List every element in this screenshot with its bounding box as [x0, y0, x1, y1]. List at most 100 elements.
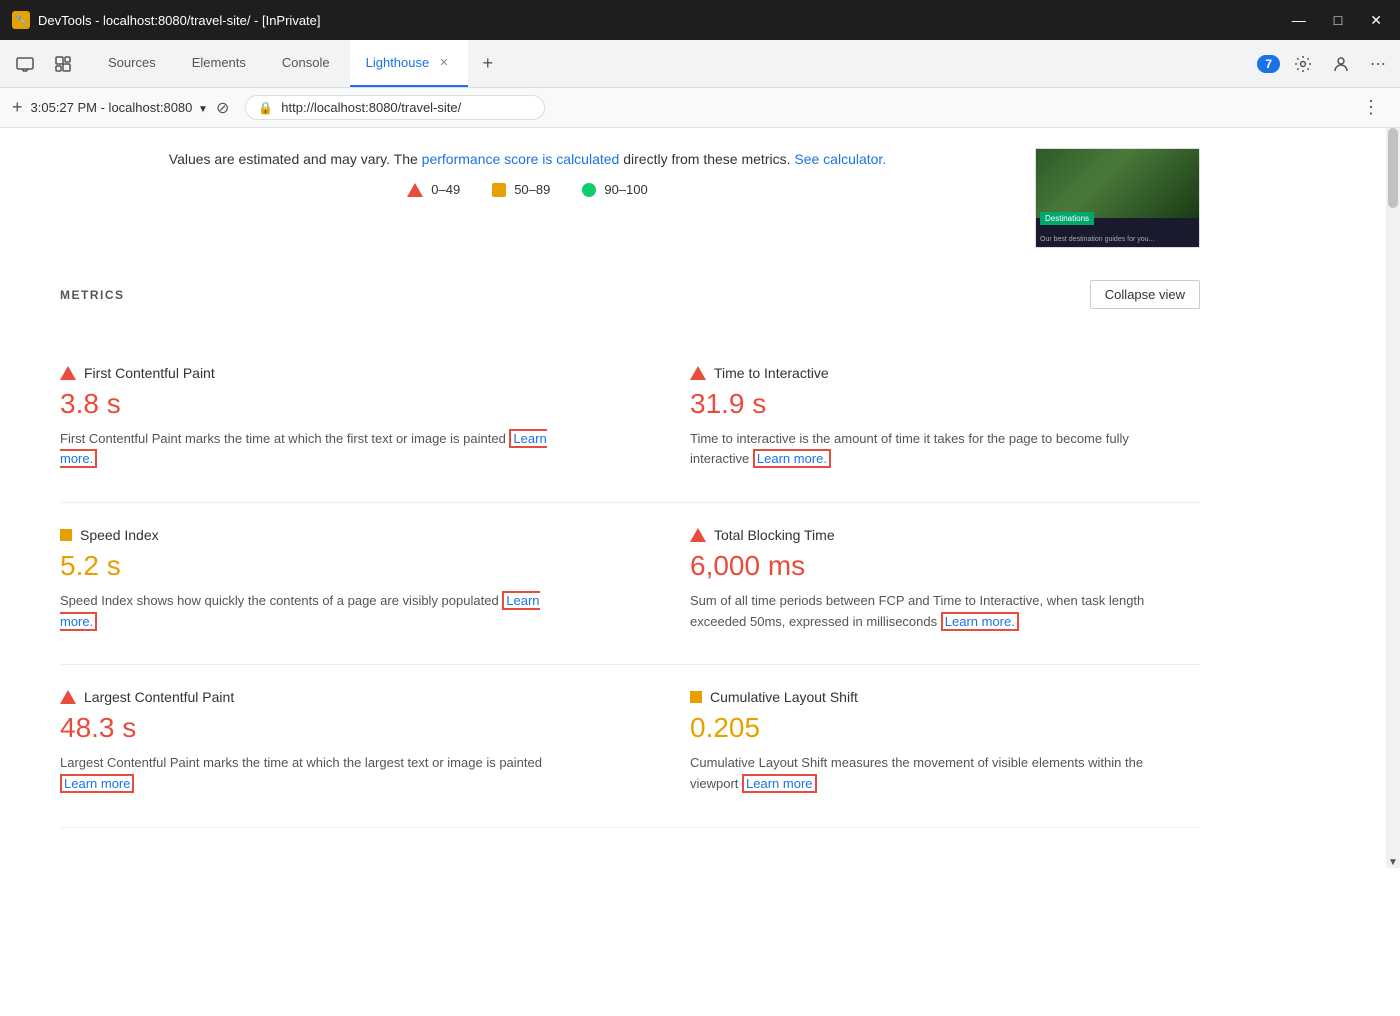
lcp-learn-more-link[interactable]: Learn more — [60, 774, 134, 793]
collapse-view-button[interactable]: Collapse view — [1090, 280, 1200, 309]
tbt-value: 6,000 ms — [690, 549, 1168, 583]
fcp-learn-more-link[interactable]: Learn more. — [60, 429, 547, 469]
cls-header: Cumulative Layout Shift — [690, 689, 1168, 705]
address-bar: + 3:05:27 PM - localhost:8080 ▼ ⊘ 🔒 http… — [0, 88, 1400, 128]
tab-sources[interactable]: Sources — [92, 40, 172, 87]
more-options-menu[interactable]: ⋮ — [1354, 93, 1388, 122]
tab-bar-right: 7 ⋯ — [1257, 40, 1392, 87]
fail-range: 0–49 — [431, 182, 460, 197]
legend-fail: 0–49 — [407, 182, 460, 197]
content-inner: Values are estimated and may vary. The p… — [0, 128, 1260, 868]
window-title: DevTools - localhost:8080/travel-site/ -… — [38, 13, 1278, 28]
metric-lcp: Largest Contentful Paint 48.3 s Largest … — [60, 665, 630, 827]
tab-close-icon[interactable]: ✕ — [435, 54, 452, 71]
metrics-title: METRICS — [60, 288, 125, 302]
timestamp: 3:05:27 PM - localhost:8080 ▼ — [31, 100, 208, 115]
url-bar[interactable]: 🔒 http://localhost:8080/travel-site/ — [245, 95, 545, 120]
tbt-status-icon — [690, 528, 706, 542]
lcp-name: Largest Contentful Paint — [84, 689, 234, 705]
cls-status-icon — [690, 691, 702, 703]
metric-si: Speed Index 5.2 s Speed Index shows how … — [60, 503, 630, 665]
si-header: Speed Index — [60, 527, 570, 543]
notification-badge: 7 — [1257, 55, 1280, 73]
tti-learn-more-link[interactable]: Learn more. — [753, 449, 831, 468]
values-section: Values are estimated and may vary. The p… — [60, 128, 1200, 264]
add-tab-button[interactable]: + — [472, 49, 503, 78]
tab-elements[interactable]: Elements — [176, 40, 262, 87]
performance-score-link[interactable]: performance score is calculated — [422, 151, 620, 167]
metrics-grid: First Contentful Paint 3.8 s First Conte… — [60, 341, 1200, 828]
lcp-header: Largest Contentful Paint — [60, 689, 570, 705]
score-legend: 0–49 50–89 90–100 — [60, 182, 995, 197]
pass-circle-icon — [582, 183, 596, 197]
fcp-description: First Contentful Paint marks the time at… — [60, 429, 570, 471]
fcp-header: First Contentful Paint — [60, 365, 570, 381]
minimize-button[interactable]: — — [1286, 10, 1312, 31]
profile-button[interactable] — [1326, 49, 1356, 79]
tab-bar: Sources Elements Console Lighthouse ✕ + … — [0, 40, 1400, 88]
tti-description: Time to interactive is the amount of tim… — [690, 429, 1168, 471]
values-note: Values are estimated and may vary. The p… — [60, 148, 995, 170]
fcp-status-icon — [60, 366, 76, 380]
tbt-learn-more-link[interactable]: Learn more. — [941, 612, 1019, 631]
close-button[interactable]: ✕ — [1364, 10, 1388, 31]
title-bar: 🔧 DevTools - localhost:8080/travel-site/… — [0, 0, 1400, 40]
tab-bar-left — [8, 40, 80, 87]
maximize-button[interactable]: □ — [1328, 10, 1348, 31]
thumbnail-subtext: Our best destination guides for you... — [1040, 236, 1154, 243]
pass-range: 90–100 — [604, 182, 647, 197]
window-controls: — □ ✕ — [1286, 10, 1388, 31]
dropdown-arrow[interactable]: ▼ — [198, 104, 208, 115]
scroll-down-arrow[interactable]: ▼ — [1386, 857, 1400, 868]
tbt-name: Total Blocking Time — [714, 527, 835, 543]
average-square-icon — [492, 183, 506, 197]
tti-status-icon — [690, 366, 706, 380]
lcp-description: Largest Contentful Paint marks the time … — [60, 753, 570, 795]
tbt-header: Total Blocking Time — [690, 527, 1168, 543]
cls-value: 0.205 — [690, 711, 1168, 745]
si-status-icon — [60, 529, 72, 541]
metric-tbt: Total Blocking Time 6,000 ms Sum of all … — [630, 503, 1200, 665]
legend-pass: 90–100 — [582, 182, 647, 197]
more-options-button[interactable]: ⋯ — [1364, 48, 1392, 80]
lock-icon: 🔒 — [258, 101, 273, 115]
screen-cast-button[interactable] — [8, 51, 42, 77]
fcp-value: 3.8 s — [60, 387, 570, 421]
si-description: Speed Index shows how quickly the conten… — [60, 591, 570, 633]
lcp-status-icon — [60, 690, 76, 704]
cls-description: Cumulative Layout Shift measures the mov… — [690, 753, 1168, 795]
metric-fcp: First Contentful Paint 3.8 s First Conte… — [60, 341, 630, 503]
main-content: ▲ ▼ Values are estimated and may vary. T… — [0, 128, 1400, 1016]
si-value: 5.2 s — [60, 549, 570, 583]
metric-tti: Time to Interactive 31.9 s Time to inter… — [630, 341, 1200, 503]
fcp-name: First Contentful Paint — [84, 365, 215, 381]
add-icon[interactable]: + — [12, 97, 23, 118]
scrollbar-thumb[interactable] — [1388, 128, 1398, 208]
thumbnail-label: Destinations — [1040, 212, 1094, 225]
page-thumbnail: Destinations Our best destination guides… — [1035, 148, 1200, 248]
si-name: Speed Index — [80, 527, 159, 543]
tti-name: Time to Interactive — [714, 365, 829, 381]
si-learn-more-link[interactable]: Learn more. — [60, 591, 540, 631]
scrollbar-track[interactable]: ▲ ▼ — [1386, 128, 1400, 868]
url-text: http://localhost:8080/travel-site/ — [281, 100, 461, 115]
tti-value: 31.9 s — [690, 387, 1168, 421]
see-calculator-link[interactable]: See calculator. — [794, 151, 886, 167]
devtools-icon: 🔧 — [12, 11, 30, 29]
cls-name: Cumulative Layout Shift — [710, 689, 858, 705]
metrics-header: METRICS Collapse view — [60, 280, 1200, 317]
thumbnail-image — [1036, 149, 1199, 218]
tti-header: Time to Interactive — [690, 365, 1168, 381]
lcp-value: 48.3 s — [60, 711, 570, 745]
tab-lighthouse[interactable]: Lighthouse ✕ — [350, 40, 469, 87]
fail-triangle-icon — [407, 183, 423, 197]
inspect-element-button[interactable] — [46, 51, 80, 77]
tab-console[interactable]: Console — [266, 40, 346, 87]
stop-icon[interactable]: ⊘ — [216, 98, 229, 118]
settings-button[interactable] — [1288, 49, 1318, 79]
values-text-area: Values are estimated and may vary. The p… — [60, 148, 995, 197]
legend-average: 50–89 — [492, 182, 550, 197]
metric-cls: Cumulative Layout Shift 0.205 Cumulative… — [630, 665, 1200, 827]
average-range: 50–89 — [514, 182, 550, 197]
cls-learn-more-link[interactable]: Learn more — [742, 774, 816, 793]
